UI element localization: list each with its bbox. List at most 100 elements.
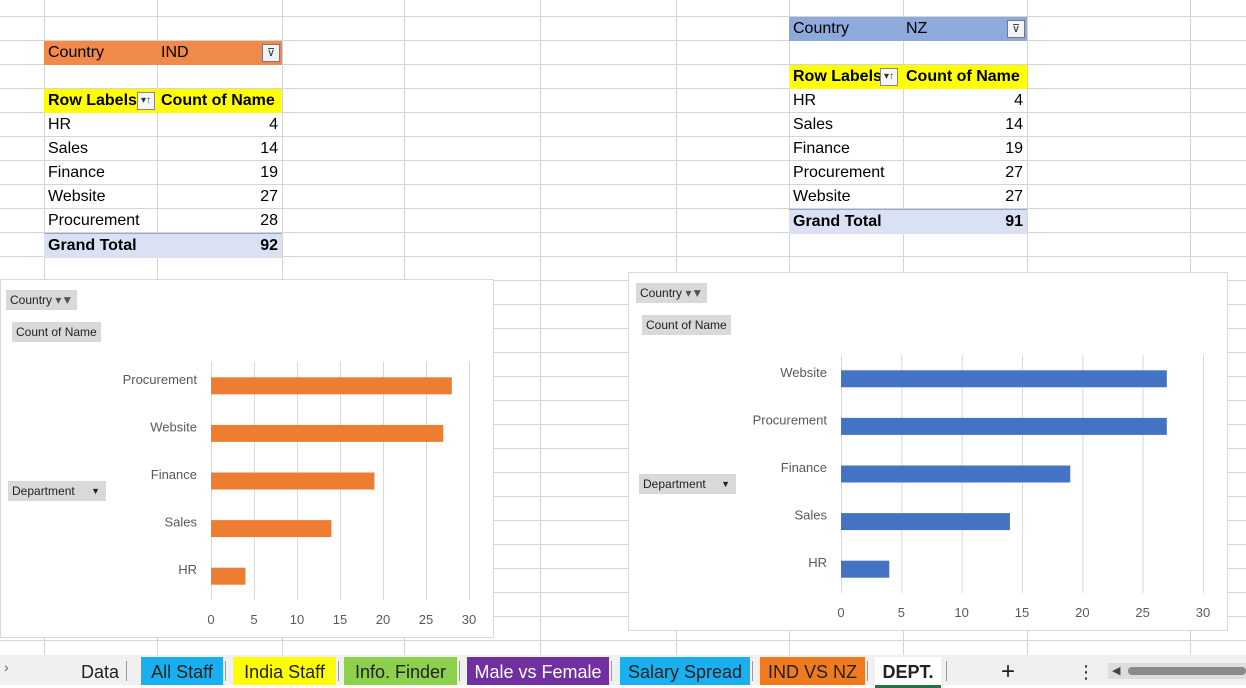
bar (211, 377, 452, 395)
grand-total-label: Grand Total (793, 213, 882, 230)
sheet-tab-2[interactable]: India Staff (233, 657, 336, 685)
row-value: 28 (260, 212, 278, 229)
row-value: 27 (260, 188, 278, 205)
bar (211, 520, 332, 538)
sheet-tab-bar: › Data All Staff India Staff Info. Finder Ma… (0, 655, 1246, 688)
grand-total-label: Grand Total (48, 237, 137, 254)
tick-label: 15 (333, 612, 347, 627)
tab-separator (867, 661, 868, 681)
pivot-nz-header: Row Labels ▾↑ Count of Name (789, 65, 1027, 89)
grand-total-value: 91 (1005, 213, 1023, 230)
pivot-ind-filter[interactable]: Country IND ⊽ (44, 41, 282, 65)
row-label: HR (48, 116, 72, 133)
category-label: Finance (781, 460, 827, 475)
row-value: 27 (1005, 164, 1023, 181)
bar (841, 513, 1010, 531)
pivot-table-ind: Country IND ⊽ Row Labels ▾↑ Count of Nam… (44, 40, 282, 260)
sheet-tab-5[interactable]: Salary Spread (620, 657, 750, 685)
pivot-row: Website 27 (789, 185, 1027, 209)
pivot-row: Sales 14 (789, 113, 1027, 137)
pivot-row: HR 4 (789, 89, 1027, 113)
sheet-tab-6[interactable]: IND VS NZ (760, 657, 865, 685)
tab-separator (459, 661, 460, 681)
category-label: Procurement (753, 412, 828, 427)
scroll-left-icon[interactable]: › (4, 659, 9, 675)
tab-separator (611, 661, 612, 681)
row-labels-header: Row Labels (793, 68, 882, 85)
bar (841, 560, 890, 578)
sort-filter-icon[interactable]: ▾↑ (137, 92, 155, 110)
filter-icon[interactable]: ⊽ (1007, 20, 1025, 38)
pivot-nz-filter[interactable]: Country NZ ⊽ (789, 17, 1027, 41)
filter-icon[interactable]: ⊽ (262, 44, 280, 62)
tick-label: 10 (290, 612, 304, 627)
sort-filter-icon[interactable]: ▾↑ (880, 68, 898, 86)
horizontal-scrollbar[interactable]: ◀ (1108, 663, 1246, 679)
pivot-row: Procurement 28 (44, 209, 282, 233)
pivot-row: Procurement 27 (789, 161, 1027, 185)
sheet-tab-7[interactable]: DEPT. (875, 657, 941, 688)
bar (211, 472, 375, 490)
pivot-chart-nz[interactable]: Country ▾▼ Count of Name Department ▼ 05… (628, 272, 1228, 631)
tab-separator (752, 661, 753, 681)
pivot-table-nz: Country NZ ⊽ Row Labels ▾↑ Count of Name… (789, 16, 1027, 236)
scroll-left-arrow-icon[interactable]: ◀ (1112, 664, 1120, 677)
category-label: HR (178, 562, 197, 577)
count-header: Count of Name (906, 68, 1020, 85)
tab-separator (946, 661, 947, 681)
bar (841, 417, 1167, 435)
bar (211, 567, 246, 585)
category-label: Procurement (123, 372, 198, 387)
add-sheet-button[interactable]: + (994, 657, 1022, 685)
row-label: Website (48, 188, 106, 205)
category-label: Website (780, 365, 827, 380)
category-label: Finance (151, 467, 197, 482)
sheet-tab-0[interactable]: Data (76, 657, 124, 685)
tab-separator (225, 661, 226, 681)
pivot-row: Finance 19 (789, 137, 1027, 161)
filter-label: Country (48, 44, 105, 61)
pivot-chart-ind[interactable]: Country ▾▼ Count of Name Department ▼ 05… (0, 279, 494, 638)
tick-label: 20 (1075, 605, 1089, 620)
row-value: 4 (1014, 92, 1023, 109)
more-options-icon[interactable]: ⋮ (1076, 657, 1096, 685)
row-value: 4 (269, 116, 278, 133)
row-label: Sales (48, 140, 89, 157)
pivot-ind-header: Row Labels ▾↑ Count of Name (44, 89, 282, 113)
pivot-row: Finance 19 (44, 161, 282, 185)
scrollbar-thumb[interactable] (1128, 667, 1246, 675)
row-value: 14 (260, 140, 278, 157)
pivot-row: Website 27 (44, 185, 282, 209)
grand-total-value: 92 (260, 237, 278, 254)
row-label: Finance (48, 164, 105, 181)
bar-chart-nz: 0 5 10 15 20 25 30 Website Procurement Finance Sal… (753, 355, 1210, 620)
row-label: Procurement (793, 164, 885, 181)
filter-value: IND (161, 44, 189, 61)
row-value: 27 (1005, 188, 1023, 205)
row-value: 14 (1005, 116, 1023, 133)
filter-label: Country (793, 20, 850, 37)
filter-value: NZ (906, 20, 928, 37)
row-label: HR (793, 92, 817, 109)
tick-label: 25 (419, 612, 433, 627)
tab-separator (338, 661, 339, 681)
tick-label: 30 (462, 612, 476, 627)
bar (841, 465, 1071, 483)
count-header: Count of Name (161, 92, 275, 109)
category-label: Sales (794, 508, 827, 523)
row-label: Sales (793, 116, 834, 133)
tick-label: 25 (1135, 605, 1149, 620)
sheet-tab-1[interactable]: All Staff (141, 657, 223, 685)
tick-label: 10 (954, 605, 968, 620)
row-label: Procurement (48, 212, 140, 229)
tick-label: 5 (250, 612, 257, 627)
bar (841, 370, 1167, 388)
category-label: Website (150, 419, 197, 434)
tick-label: 20 (376, 612, 390, 627)
pivot-nz-grand-total: Grand Total 91 (789, 209, 1027, 234)
sheet-tab-4[interactable]: Male vs Female (467, 657, 609, 685)
row-label: Website (793, 188, 851, 205)
sheet-tab-3[interactable]: Info. Finder (344, 657, 457, 685)
pivot-row: HR 4 (44, 113, 282, 137)
category-label: Sales (164, 515, 197, 530)
